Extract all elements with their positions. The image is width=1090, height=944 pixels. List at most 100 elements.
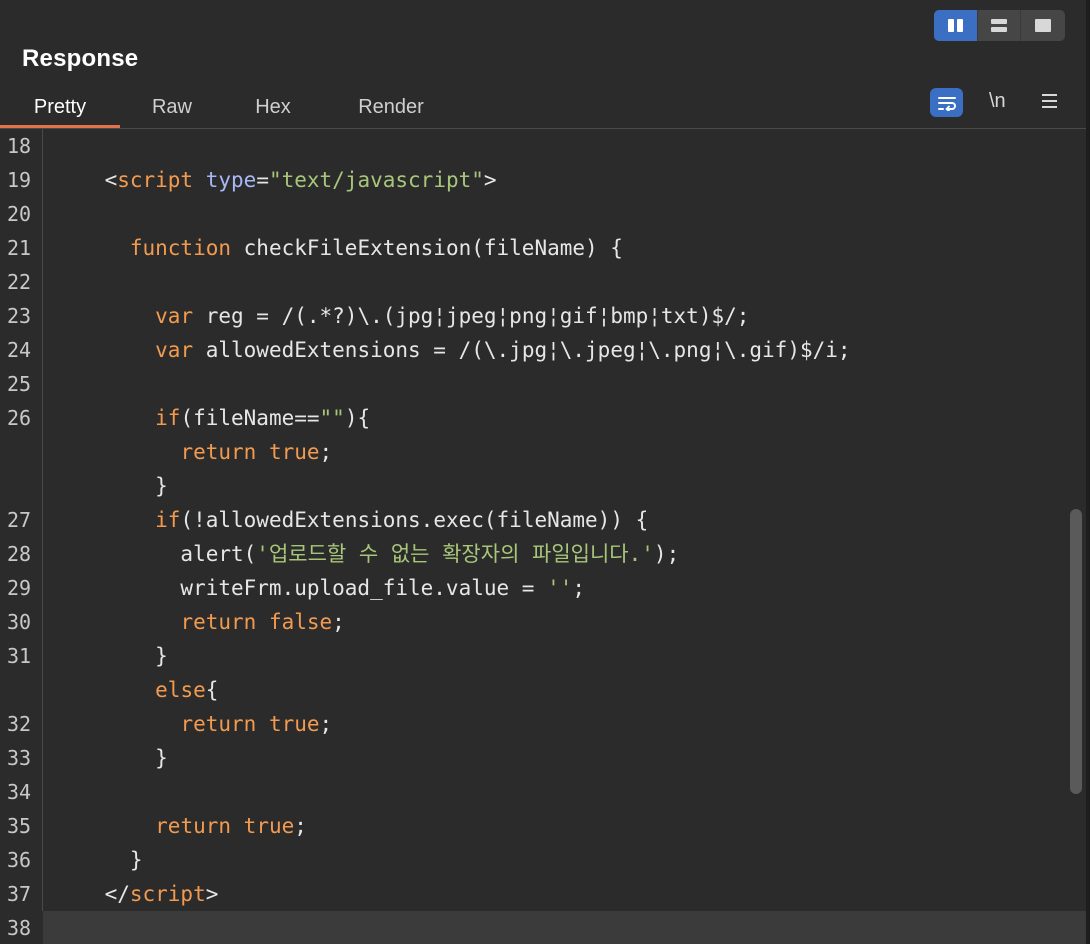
newline-toggle[interactable]: \n — [989, 90, 1006, 113]
code-line[interactable]: 23 var reg = /(.*?)\.(jpg¦jpeg¦png¦gif¦b… — [0, 299, 1086, 333]
line-number: 38 — [0, 911, 43, 944]
panel-title: Response — [22, 45, 139, 72]
line-number — [0, 469, 43, 503]
code-text: } — [54, 843, 143, 877]
word-wrap-button[interactable] — [930, 88, 963, 117]
tab-pretty[interactable]: Pretty — [0, 88, 120, 128]
layout-toggle — [934, 10, 1065, 41]
code-token: return — [155, 814, 232, 838]
code-line[interactable]: 36 } — [0, 843, 1086, 877]
code-line[interactable]: 35 return true; — [0, 809, 1086, 843]
tab-raw[interactable]: Raw — [120, 88, 224, 128]
code-token: return — [180, 712, 257, 736]
code-line[interactable]: 31 } — [0, 639, 1086, 673]
hamburger-menu-icon[interactable] — [1042, 94, 1057, 108]
code-token: ; — [319, 440, 333, 464]
code-token: (!allowedExtensions.exec(fileName)) { — [180, 508, 649, 532]
code-line[interactable]: 21 function checkFileExtension(fileName)… — [0, 231, 1086, 265]
code-token: else — [155, 678, 206, 702]
code-line[interactable]: 20 — [0, 197, 1086, 231]
code-token: return — [180, 440, 257, 464]
code-text: alert('업로드할 수 없는 확장자의 파일입니다.'); — [54, 537, 679, 571]
code-token: ; — [319, 712, 333, 736]
code-text: if(!allowedExtensions.exec(fileName)) { — [54, 503, 648, 537]
code-text: var reg = /(.*?)\.(jpg¦jpeg¦png¦gif¦bmp¦… — [54, 299, 749, 333]
line-number: 35 — [7, 814, 32, 838]
code-line[interactable]: 26 if(fileName==""){ — [0, 401, 1086, 435]
code-line[interactable]: 32 return true; — [0, 707, 1086, 741]
code-line[interactable]: 30 return false; — [0, 605, 1086, 639]
code-token: function — [129, 236, 232, 260]
code-token: (fileName== — [180, 406, 320, 430]
code-text: <script type="text/javascript"> — [54, 163, 497, 197]
code-token: true — [268, 712, 320, 736]
single-view-button[interactable] — [1021, 10, 1065, 41]
code-line[interactable]: 29 writeFrm.upload_file.value = ''; — [0, 571, 1086, 605]
code-text: function checkFileExtension(fileName) { — [54, 231, 623, 265]
code-token: "text/javascript" — [268, 168, 484, 192]
code-token: script — [117, 168, 194, 192]
code-line[interactable]: 34 — [0, 775, 1086, 809]
code-line[interactable]: 28 alert('업로드할 수 없는 확장자의 파일입니다.'); — [0, 537, 1086, 571]
line-number: 20 — [7, 202, 32, 226]
single-view-icon — [1035, 19, 1052, 32]
window-edge — [1086, 0, 1090, 944]
code-token: } — [54, 474, 168, 498]
code-token: reg = /(.*?)\.(jpg¦jpeg¦png¦gif¦bmp¦txt)… — [193, 304, 750, 328]
code-token: ); — [653, 542, 680, 566]
code-text: return true; — [54, 707, 332, 741]
code-line[interactable]: 22 — [0, 265, 1086, 299]
line-number: 30 — [7, 610, 32, 634]
code-line[interactable]: else{ — [0, 673, 1086, 707]
tab-hex[interactable]: Hex — [224, 88, 322, 128]
editor-tools: \n — [930, 88, 1057, 117]
line-number: 24 — [7, 338, 32, 362]
code-line[interactable]: 24 var allowedExtensions = /(\.jpg¦\.jpe… — [0, 333, 1086, 367]
code-text: writeFrm.upload_file.value = ''; — [54, 571, 585, 605]
code-line[interactable]: 27 if(!allowedExtensions.exec(fileName))… — [0, 503, 1086, 537]
line-number: 33 — [7, 746, 32, 770]
code-text: if(fileName==""){ — [54, 401, 370, 435]
line-number: 19 — [7, 168, 32, 192]
code-line[interactable]: 33 } — [0, 741, 1086, 775]
code-line[interactable]: 18 — [0, 129, 1086, 163]
line-number: 34 — [7, 780, 32, 804]
code-line[interactable]: return true; — [0, 435, 1086, 469]
code-line[interactable]: 38 — [0, 911, 1086, 944]
code-text: } — [54, 741, 168, 775]
code-text: </script> — [54, 877, 219, 911]
code-text: } — [54, 639, 168, 673]
code-line[interactable]: 19 <script type="text/javascript"> — [0, 163, 1086, 197]
code-token: ; — [332, 610, 345, 634]
code-token: if — [155, 508, 181, 532]
line-number: 31 — [7, 644, 32, 668]
tab-render[interactable]: Render — [322, 88, 460, 128]
code-text: } — [54, 469, 168, 503]
code-token: true — [243, 814, 295, 838]
split-view-button[interactable] — [934, 10, 978, 41]
stacked-view-button[interactable] — [978, 10, 1022, 41]
code-token: } — [54, 848, 143, 872]
code-token: '업로드할 수 없는 확장자의 파일입니다.' — [256, 542, 654, 566]
line-number: 27 — [7, 508, 32, 532]
code-line[interactable]: } — [0, 469, 1086, 503]
code-token: if — [155, 406, 181, 430]
code-line[interactable]: 37 </script> — [0, 877, 1086, 911]
line-number: 37 — [7, 882, 32, 906]
word-wrap-icon — [937, 96, 956, 111]
vertical-scrollbar[interactable] — [1070, 509, 1082, 794]
code-line[interactable]: 25 — [0, 367, 1086, 401]
code-text: var allowedExtensions = /(\.jpg¦\.jpeg¦\… — [54, 333, 850, 367]
code-editor[interactable]: 18 19 <script type="text/javascript"> 20 21… — [0, 129, 1086, 944]
line-number: 36 — [7, 848, 32, 872]
response-tabs: Pretty Raw Hex Render — [0, 88, 460, 128]
